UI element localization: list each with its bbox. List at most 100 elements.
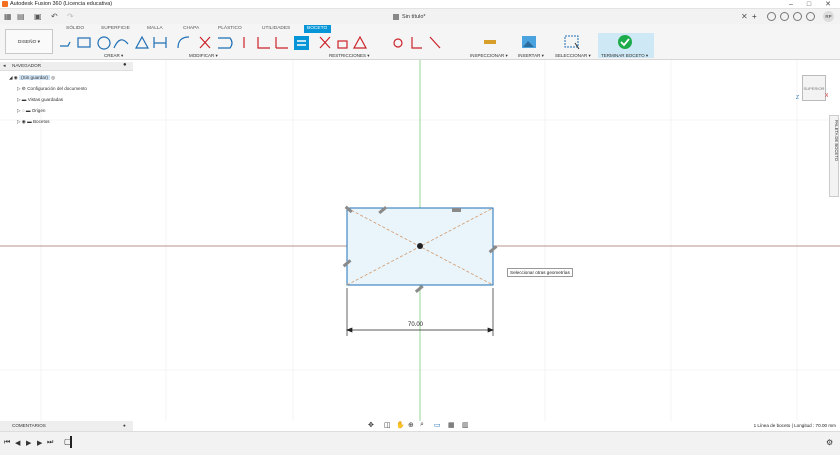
zoom-icon[interactable]: ⊕ [408,421,414,429]
file-icon[interactable]: ▤ [17,12,25,21]
timeline-settings-icon[interactable]: ⚙ [826,438,833,447]
tab-malla[interactable]: MALLA [147,26,163,31]
selection-tooltip: Seleccionar otras geometrías [507,268,573,277]
group-modificar[interactable]: MODIFICAR ▾ [189,53,218,59]
navigator-title: NAVEGADOR [12,63,42,68]
title-bar: Autodesk Fusion 360 (Licencia educativa)… [0,0,840,9]
job-status-icon[interactable] [780,12,789,21]
viewcube[interactable]: SUPERIOR [802,75,826,101]
look-at-icon[interactable]: ◫ [384,421,391,429]
symmetry-icon [411,37,422,49]
comments-panel[interactable]: COMENTARIOS ● [0,421,133,431]
circle-tool-icon [97,36,111,50]
arc-tool-icon [113,39,129,49]
document-tab[interactable]: Sin título* [393,11,513,23]
notifications-icon[interactable] [793,12,802,21]
parallel-icon [429,36,441,49]
fusion-logo-icon [2,1,8,7]
navigator-item-sketches[interactable]: ▷ ◉ ▬ Bocetos [17,117,50,127]
new-tab-icon[interactable]: + [752,12,757,21]
measure-icon [484,40,496,44]
viewcube-z-axis: Z [796,95,800,101]
close-tab-icon[interactable]: ✕ [741,12,748,21]
select-window-icon[interactable] [563,34,583,50]
perpendicular-icon [257,37,270,49]
timeline-bar: ⏮ ◀ ▶ ▶ ⏭ ▢ ⚙ [0,431,840,455]
trim-tool-icon [199,36,211,49]
pan-icon[interactable]: ✋ [396,421,405,429]
fit-icon[interactable]: ⌕ [420,421,424,429]
display-settings-icon[interactable]: ▭ [434,421,441,429]
sketch-palette-tab[interactable]: PALETA DE BOCETO [829,115,839,197]
viewports-icon[interactable]: ▥ [462,421,469,429]
group-seleccionar[interactable]: SELECCIONAR ▾ [555,53,591,59]
navigation-toolbar: ✥ ◫ ✋ ⊕ ⌕ ▭ ▦ ▥ [366,421,476,431]
redo-icon[interactable]: ↷ [67,12,74,21]
timeline-play-icon[interactable]: ▶ [26,439,31,447]
center-point [417,243,423,249]
tab-utilidades[interactable]: UTILIDADES [262,26,290,31]
group-inspeccionar[interactable]: INSPECCIONAR ▾ [470,53,508,59]
timeline-start-icon[interactable]: ⏮ [4,439,10,447]
timeline-playhead[interactable] [70,436,72,448]
navigator-item-origin[interactable]: ▷ ◌ ▬ Origen [17,106,45,116]
navigator-item-label: Origen [31,108,46,113]
equal-constraint-icon [294,36,309,50]
grid-menu-icon[interactable]: ▦ [4,12,12,21]
navigator-item-label: Bocetos [32,119,50,124]
fix-icon [337,40,348,49]
user-avatar[interactable]: RP [823,11,834,22]
navigator-header[interactable]: ◂ NAVEGADOR ● [0,62,133,71]
fillet-tool-icon [177,36,190,49]
timeline-forward-icon[interactable]: ▶ [37,439,42,447]
slot-tool-icon [153,37,167,48]
midpoint-constraint-glyph [414,284,424,293]
collapse-icon[interactable]: ◂ [3,63,6,69]
workspace-switcher[interactable]: DISEÑO ▾ [5,29,53,54]
dimension-value[interactable]: 70.00 [408,322,423,328]
sketch-palette-label: PALETA DE BOCETO [834,120,839,161]
group-restricciones[interactable]: RESTRICCIONES ▾ [329,53,370,59]
navigator-root[interactable]: ◢ ◉ (Sin guardar) ◎ [9,73,55,83]
group-insertar[interactable]: INSERTAR ▾ [518,53,544,59]
tab-superficie[interactable]: SUPERFICIE [101,26,130,31]
group-crear[interactable]: CREAR ▾ [104,53,123,59]
horizontal-constraint-glyph [452,208,461,212]
save-icon[interactable]: ▣ [34,12,42,21]
navigator-root-label: (Sin guardar) [19,75,50,80]
maximize-button[interactable]: □ [802,0,816,9]
comments-pin-icon[interactable]: ● [123,421,126,431]
offset-tool-icon [218,37,233,49]
sketch-canvas[interactable] [0,60,840,421]
collinear-icon [319,36,331,49]
minimize-button[interactable]: – [784,0,798,9]
rectangle-tool-icon [77,37,91,48]
help-icon[interactable] [806,12,815,21]
navigator-item-label: Configuración del documento [27,86,87,91]
navigator-item-label: Vistas guardadas [27,97,64,102]
undo-icon[interactable]: ↶ [51,12,58,21]
polygon-tool-icon [134,35,150,49]
horizontal-vertical-icon [275,37,288,49]
tab-plastico[interactable]: PLÁSTICO [218,26,242,31]
window-title: Autodesk Fusion 360 (Licencia educativa) [10,1,113,7]
timeline-end-icon[interactable]: ⏭ [47,439,53,447]
navigator-pin-icon[interactable]: ● [123,62,127,68]
tab-chapa[interactable]: CHAPA [183,26,199,31]
insert-image-icon[interactable] [520,34,540,50]
status-message: 1 Línea de boceto | Longitud : 70.00 mm [753,423,836,428]
extensions-icon[interactable] [767,12,776,21]
finish-sketch-icon[interactable] [617,34,633,50]
navigator-item-settings[interactable]: ▷ ⚙ Configuración del documento [17,84,87,94]
close-button[interactable]: ✕ [821,0,835,9]
tab-solido[interactable]: SÓLIDO [66,26,84,31]
timeline-back-icon[interactable]: ◀ [15,439,20,447]
document-icon [393,13,399,20]
document-title: Sin título* [402,14,426,20]
viewcube-x-axis: X [825,93,829,99]
tab-boceto[interactable]: BOCETO [307,26,327,31]
orbit-icon[interactable]: ✥ [368,421,374,429]
group-terminar-boceto[interactable]: TERMINAR BOCETO ▾ [601,53,648,59]
grid-settings-icon[interactable]: ▦ [448,421,455,429]
navigator-item-views[interactable]: ▷ ▬ Vistas guardadas [17,95,63,105]
